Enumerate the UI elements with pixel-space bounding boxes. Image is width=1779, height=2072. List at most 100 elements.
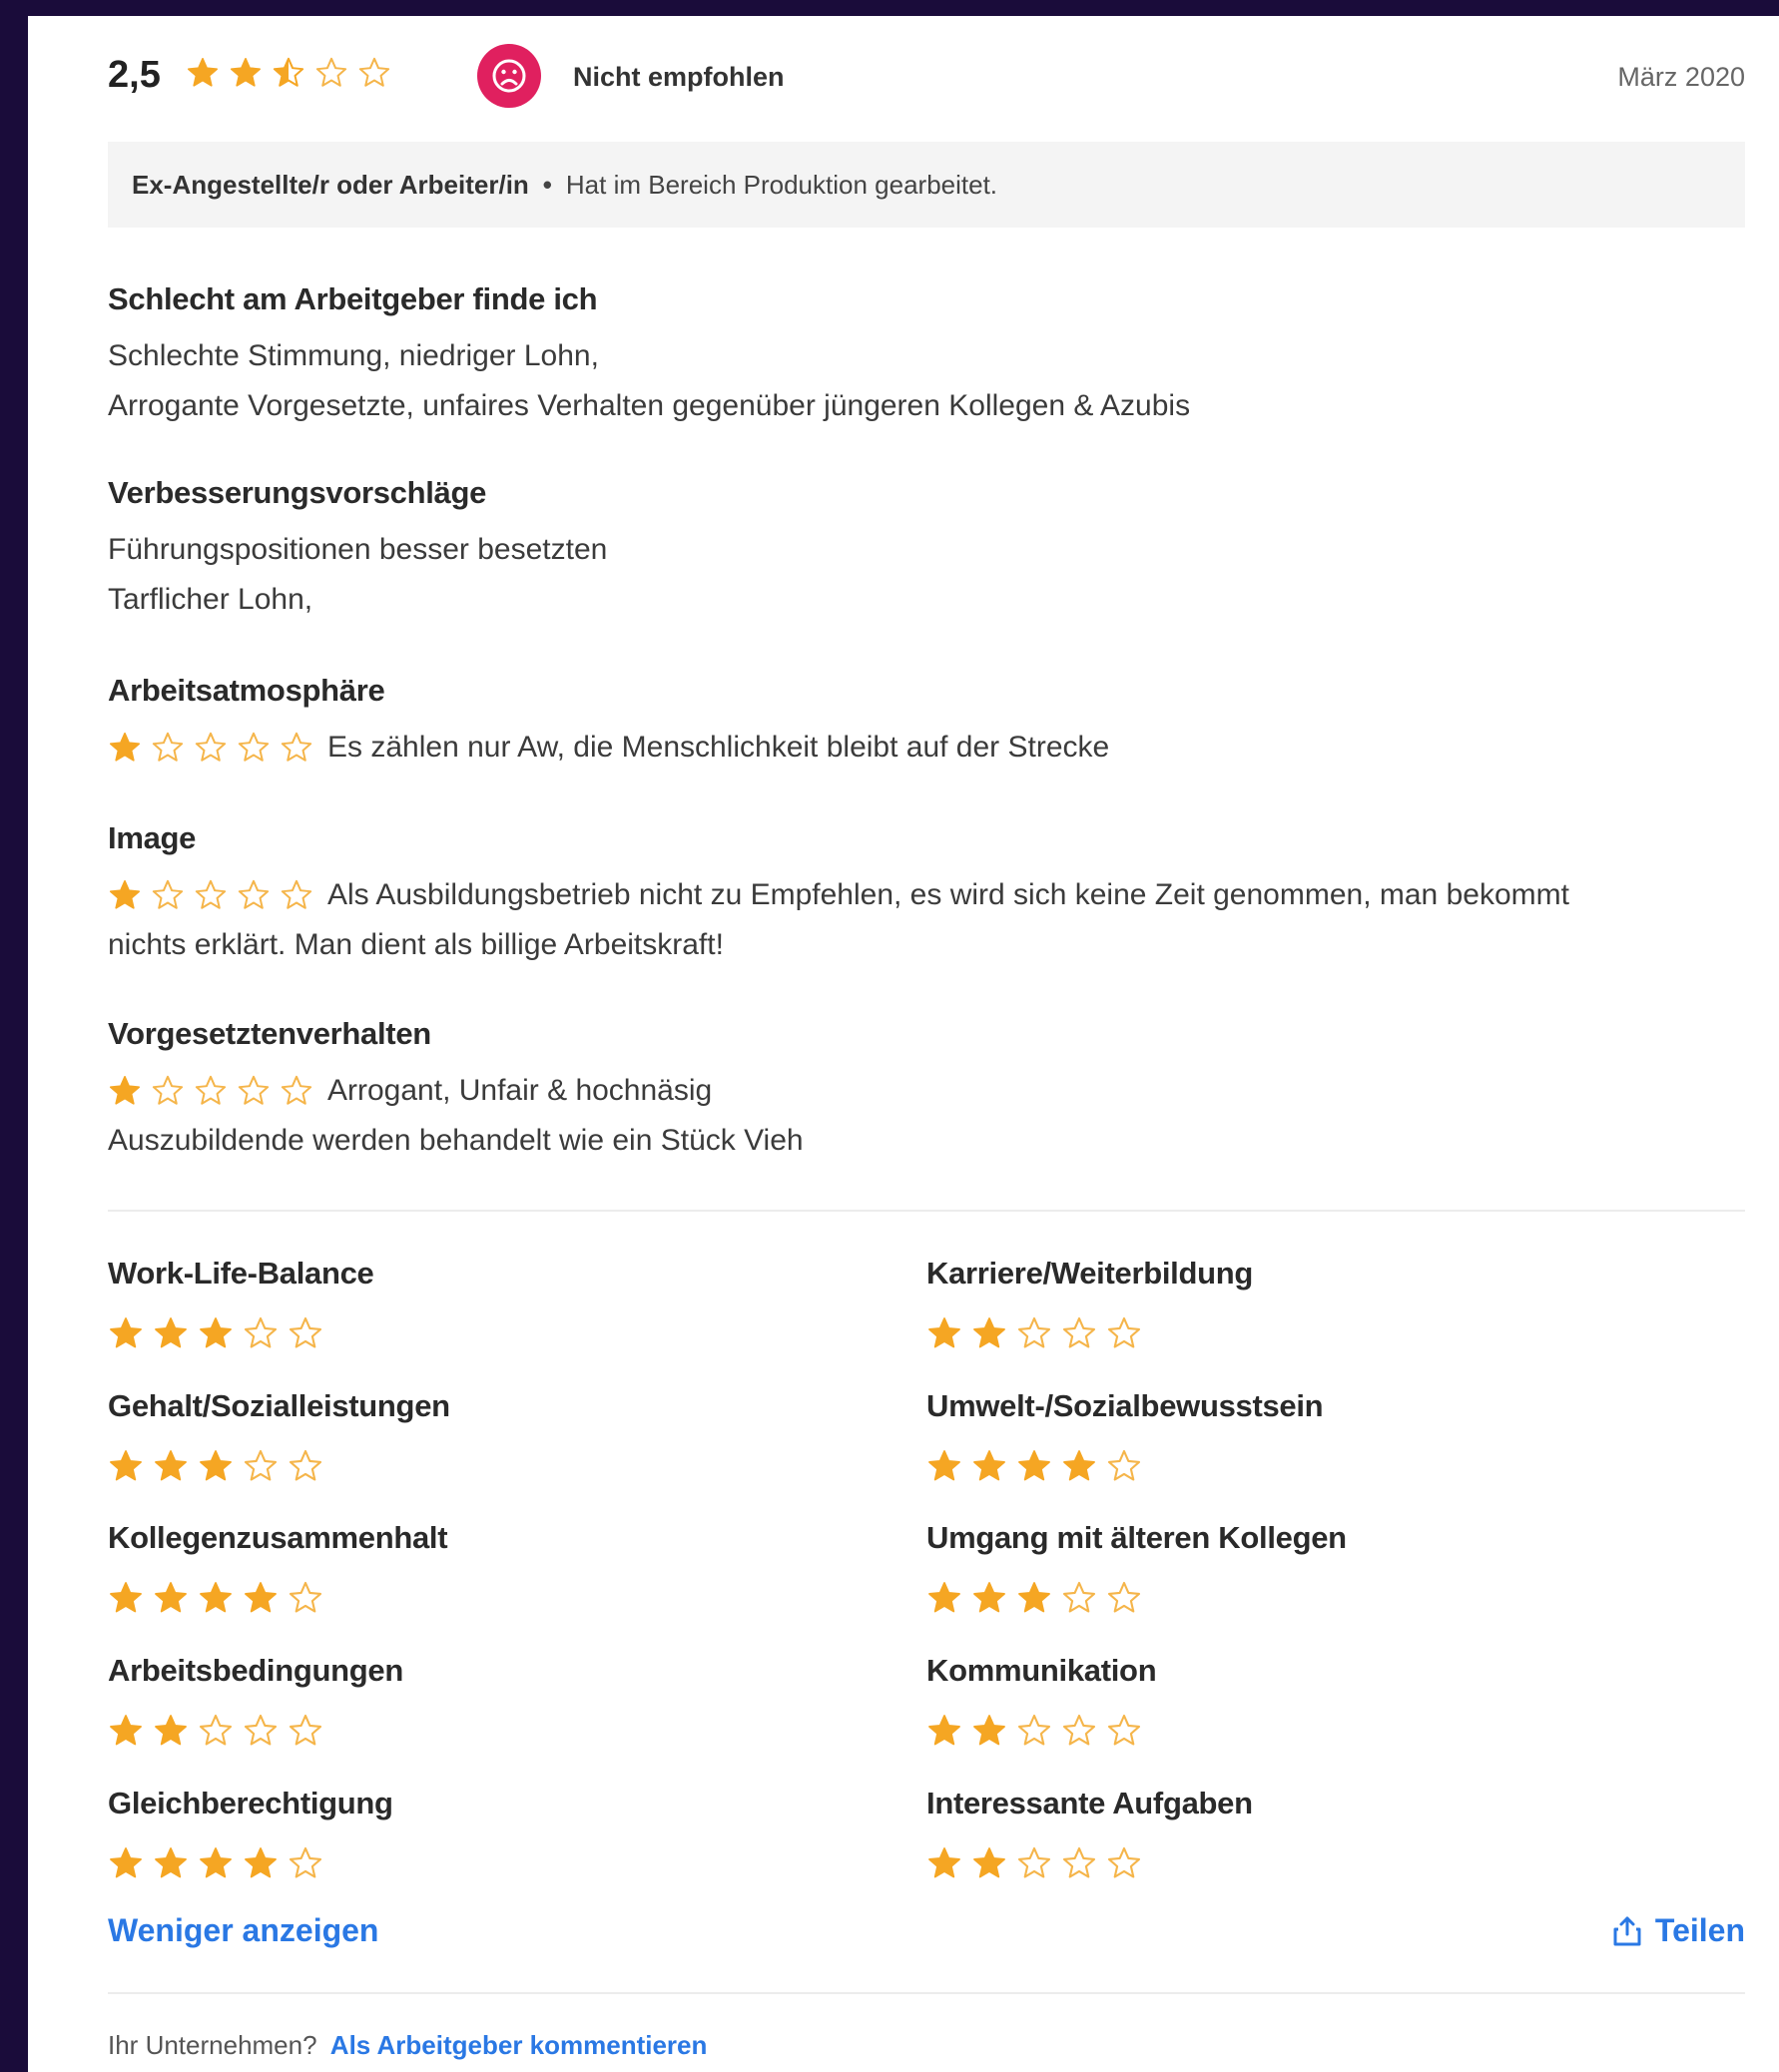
rating-label: Umgang mit älteren Kollegen [926,1520,1347,1555]
review-date: März 2020 [1617,62,1745,92]
share-label: Teilen [1654,1912,1745,1948]
star-filled-icon [155,1317,187,1348]
section-text: Es zählen nur Aw, die Menschlichkeit ble… [327,731,1110,764]
star-empty-icon [315,57,347,87]
rating-item: Kollegenzusammenhalt [108,1520,887,1621]
rating-label: Kommunikation [926,1653,1157,1688]
star-empty-icon [244,1714,278,1746]
star-empty-icon [289,1846,322,1878]
star-empty-icon [238,879,270,909]
rating-stars [108,1448,323,1484]
star-half-icon [273,57,304,87]
star-filled-icon [200,1582,232,1613]
section-atmosphere: Arbeitsatmosphäre Es zählen nur Aw, die … [108,673,1745,773]
star-empty-icon [1062,1714,1096,1746]
star-empty-icon [1017,1714,1051,1746]
rating-label: Work-Life-Balance [108,1256,374,1291]
star-filled-icon [155,1582,187,1613]
star-filled-icon [200,1317,232,1348]
show-less-link[interactable]: Weniger anzeigen [108,1912,378,1949]
star-filled-icon [110,1715,142,1746]
section-title: Arbeitsatmosphäre [108,673,385,708]
star-filled-icon [110,1582,142,1613]
reviewer-role: Ex-Angestellte/r oder Arbeiter/in [132,169,529,200]
star-empty-icon [244,1449,278,1481]
rating-stars [108,1713,323,1749]
star-empty-icon [195,1075,227,1105]
star-empty-icon [1107,1316,1141,1348]
star-filled-icon [200,1450,232,1481]
rating-stars [108,1845,323,1881]
star-empty-icon [289,1316,322,1348]
star-filled-icon [928,1317,960,1348]
star-filled-icon [155,1847,187,1878]
section-supervisor: Vorgesetztenverhalten Arrogant, Unfair &… [108,1016,1745,1166]
review-header: 2,5 Nicht empfohlen März 2020 [108,42,1745,112]
section-text: Tarflicher Lohn, [108,583,313,616]
rating-stars [108,1315,323,1351]
footer-question: Ihr Unternehmen? [108,2030,317,2060]
star-filled-icon [928,1847,960,1878]
overall-score: 2,5 [108,54,161,96]
reviewer-department: Hat im Bereich Produktion gearbeitet. [565,169,998,200]
rating-label: Umwelt-/Sozialbewusstsein [926,1388,1324,1423]
employer-comment-link[interactable]: Als Arbeitgeber kommentieren [330,2030,708,2060]
star-filled-icon [973,1317,1005,1348]
star-filled-icon [200,1847,232,1878]
rating-stars [926,1845,1142,1881]
star-filled-icon [928,1715,960,1746]
star-empty-icon [152,732,184,762]
star-empty-icon [195,732,227,762]
star-empty-icon [289,1581,322,1613]
section-text: Arrogante Vorgesetzte, unfaires Verhalte… [108,389,1191,422]
rating-label: Gehalt/Sozialleistungen [108,1388,450,1423]
section-text: Auszubildende werden behandelt wie ein S… [108,1124,804,1157]
star-empty-icon [1017,1846,1051,1878]
rating-label: Interessante Aufgaben [926,1786,1253,1820]
rating-item: Gleichberechtigung [108,1786,887,1886]
share-button[interactable]: Teilen [1611,1912,1745,1949]
star-filled-icon [245,1847,277,1878]
star-empty-icon [1107,1714,1141,1746]
star-empty-icon [358,57,390,87]
rating-stars [108,1580,323,1616]
sad-face-icon [477,44,541,108]
star-empty-icon [1107,1449,1141,1481]
section-text: Führungspositionen besser besetzten [108,533,608,566]
section-image: Image Als Ausbildungsbetrieb nicht zu Em… [108,820,1745,970]
recommendation-label: Nicht empfohlen [573,62,785,92]
rating-item: Umwelt-/Sozialbewusstsein [926,1388,1705,1489]
divider [108,1992,1745,1994]
star-filled-icon [110,1317,142,1348]
star-empty-icon [244,1316,278,1348]
image-stars [108,878,313,912]
supervisor-stars [108,1074,313,1108]
section-text: Als Ausbildungsbetrieb nicht zu Empfehle… [327,878,1569,911]
star-empty-icon [152,879,184,909]
star-filled-icon [155,1450,187,1481]
rating-stars [926,1448,1142,1484]
star-empty-icon [1062,1581,1096,1613]
review-card: 2,5 Nicht empfohlen März 2020 Ex-Angeste… [28,16,1779,2072]
star-empty-icon [199,1714,233,1746]
star-empty-icon [281,879,312,909]
section-title: Image [108,820,197,855]
star-empty-icon [238,732,270,762]
star-filled-icon [1018,1582,1050,1613]
star-empty-icon [152,1075,184,1105]
star-filled-icon [973,1582,1005,1613]
share-icon [1613,1916,1641,1945]
star-filled-icon [109,879,141,909]
star-empty-icon [281,732,312,762]
separator: • [542,169,552,200]
section-suggestions: Verbesserungsvorschläge Führungsposition… [108,475,1745,625]
rating-label: Kollegenzusammenhalt [108,1520,448,1555]
star-filled-icon [1063,1450,1095,1481]
star-empty-icon [1062,1846,1096,1878]
star-empty-icon [1107,1846,1141,1878]
employer-footer: Ihr Unternehmen? Als Arbeitgeber komment… [108,2030,707,2061]
star-filled-icon [230,57,262,87]
star-empty-icon [289,1714,322,1746]
reviewer-info: Ex-Angestellte/r oder Arbeiter/in • Hat … [108,142,1745,228]
star-filled-icon [973,1450,1005,1481]
